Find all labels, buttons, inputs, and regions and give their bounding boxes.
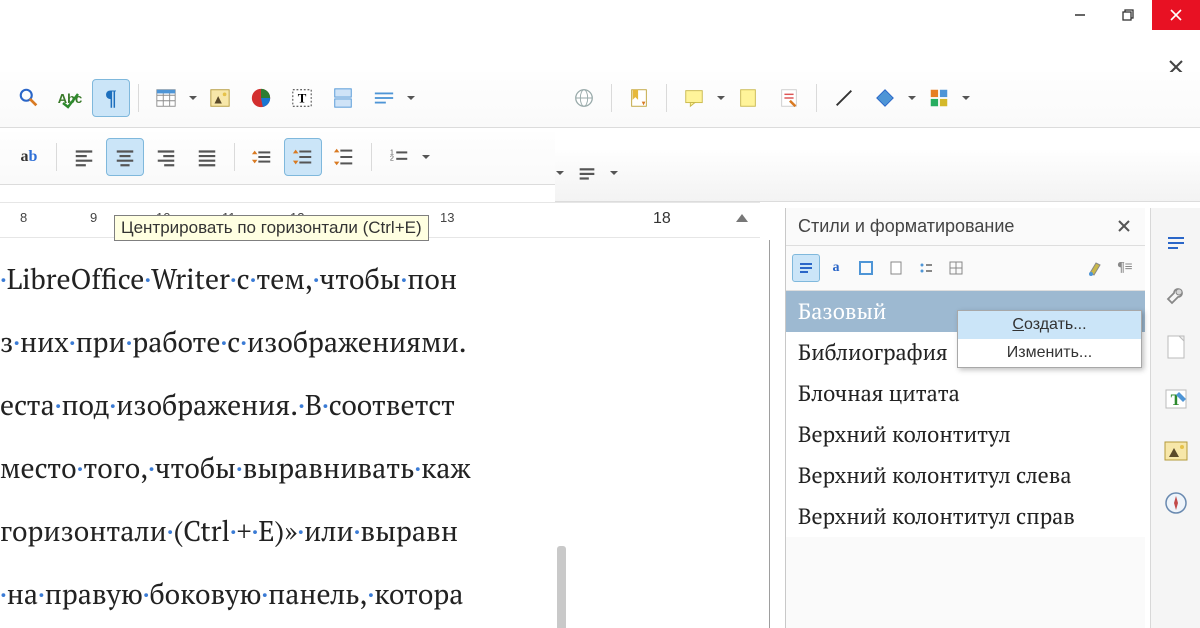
basic-shapes-icon[interactable] [866, 79, 904, 117]
bookmark-icon[interactable] [620, 79, 658, 117]
numbered-list-dropdown[interactable] [421, 138, 431, 176]
separator [138, 84, 139, 112]
context-menu-create[interactable]: Создать... [958, 311, 1141, 339]
sidebar-page-icon[interactable] [1159, 330, 1193, 364]
hyperlink-icon[interactable] [565, 79, 603, 117]
document-line: з·них·при·работе·с·изображениями. [0, 311, 535, 374]
draw-functions-icon[interactable] [920, 79, 958, 117]
styles-category-toolbar: a ¶≡ [786, 246, 1145, 290]
line-spacing-2-icon[interactable] [325, 138, 363, 176]
bullets-dropdown[interactable] [555, 154, 565, 192]
align-center-icon[interactable] [106, 138, 144, 176]
note-icon[interactable] [729, 79, 767, 117]
text-frame-icon[interactable]: T [283, 79, 321, 117]
comment-dropdown[interactable] [716, 79, 726, 117]
tooltip: Центрировать по горизонтали (Ctrl+E) [114, 215, 429, 241]
styles-panel-title: Стили и форматирование [798, 216, 1014, 237]
page-styles-icon[interactable] [882, 254, 910, 282]
document-line: еста·под·изображения.·В·соответст [0, 374, 535, 437]
align-right-icon[interactable] [147, 138, 185, 176]
find-replace-icon[interactable] [10, 79, 48, 117]
align-left-icon[interactable] [65, 138, 103, 176]
line-spacing-1-icon[interactable] [243, 138, 281, 176]
ruler-mark: 8 [20, 210, 27, 225]
comment-icon[interactable] [675, 79, 713, 117]
style-item[interactable]: Верхний колонтитул [786, 414, 1145, 455]
formatting-toolbar: ab 12 [0, 132, 555, 185]
insert-table-icon[interactable] [147, 79, 185, 117]
right-instance: 18 Стили и форматирование a [555, 0, 1200, 628]
paragraph-dropdown[interactable] [609, 154, 619, 192]
sidebar-styles-icon[interactable]: T [1159, 382, 1193, 416]
svg-text:T: T [298, 92, 307, 106]
horizontal-ruler-right[interactable]: 18 [555, 202, 760, 238]
table-dropdown[interactable] [188, 79, 198, 117]
separator [371, 143, 372, 171]
numbered-list-icon[interactable]: 12 [380, 138, 418, 176]
ruler-mark: 13 [440, 210, 454, 225]
context-menu-modify[interactable]: Изменить... [958, 339, 1141, 367]
sidebar-properties-icon[interactable] [1159, 278, 1193, 312]
shapes-dropdown[interactable] [907, 79, 917, 117]
app-window: Abc ¶ T [0, 0, 1200, 628]
standard-toolbar: Abc ¶ T [0, 72, 555, 128]
character-styles-icon[interactable]: a [822, 254, 850, 282]
line-spacing-15-icon[interactable] [284, 138, 322, 176]
style-item[interactable]: Верхний колонтитул справ [786, 496, 1145, 537]
field-dropdown[interactable] [406, 79, 416, 117]
table-styles-icon[interactable] [942, 254, 970, 282]
separator [611, 84, 612, 112]
document-line: ·LibreOffice·Writer·с·тем,·чтобы·пон [0, 248, 535, 311]
frame-styles-icon[interactable] [852, 254, 880, 282]
sidebar-settings-icon[interactable] [1159, 226, 1193, 260]
ruler-mark: 9 [90, 210, 97, 225]
new-style-icon[interactable]: ¶≡ [1111, 254, 1139, 282]
style-item[interactable]: Верхний колонтитул слева [786, 455, 1145, 496]
document-line: горизонтали·(Ctrl·+·E)»·или·выравн [0, 500, 535, 563]
sidebar-gallery-icon[interactable] [1159, 434, 1193, 468]
document-area[interactable]: ·LibreOffice·Writer·с·тем,·чтобы·понз·ни… [0, 248, 535, 626]
standard-toolbar-right [555, 72, 1200, 128]
panel-close-button[interactable] [1117, 219, 1133, 235]
fill-format-icon[interactable] [1081, 254, 1109, 282]
draw-dropdown[interactable] [961, 79, 971, 117]
style-item[interactable]: Блочная цитата [786, 373, 1145, 414]
document-area-right[interactable] [555, 240, 770, 628]
styles-panel-header: Стили и форматирование [786, 208, 1145, 246]
insert-image-icon[interactable] [201, 79, 239, 117]
scrollbar-thumb[interactable] [557, 546, 566, 628]
insert-chart-icon[interactable] [242, 79, 280, 117]
spellcheck-icon[interactable]: Abc [51, 79, 89, 117]
insert-page-break-icon[interactable] [324, 79, 362, 117]
ruler-mark: 18 [653, 210, 671, 228]
list-styles-icon[interactable] [912, 254, 940, 282]
left-instance: Abc ¶ T [0, 0, 555, 628]
align-justify-icon[interactable] [188, 138, 226, 176]
separator [666, 84, 667, 112]
sidebar-rail: T [1150, 208, 1200, 628]
context-menu: Создать... Изменить... [957, 310, 1142, 368]
track-changes-icon[interactable] [770, 79, 808, 117]
styles-panel: Стили и форматирование a ¶≡ БазовыйБибли… [785, 208, 1145, 628]
line-tool-icon[interactable] [825, 79, 863, 117]
pilcrow-icon[interactable]: ¶ [92, 79, 130, 117]
separator [234, 143, 235, 171]
separator [816, 84, 817, 112]
character-format-icon[interactable]: ab [10, 138, 48, 176]
sidebar-navigator-icon[interactable] [1159, 486, 1193, 520]
ruler-scroll-up-icon[interactable] [736, 208, 748, 222]
svg-text:2: 2 [390, 154, 394, 163]
insert-field-icon[interactable] [365, 79, 403, 117]
separator [56, 143, 57, 171]
paragraph-format-icon[interactable] [568, 154, 606, 192]
formatting-toolbar-right [555, 150, 1200, 202]
paragraph-styles-icon[interactable] [792, 254, 820, 282]
document-line: место·того,·чтобы·выравнивать·каж [0, 437, 535, 500]
document-line: ·на·правую·боковую·панель,·котора [0, 563, 535, 626]
